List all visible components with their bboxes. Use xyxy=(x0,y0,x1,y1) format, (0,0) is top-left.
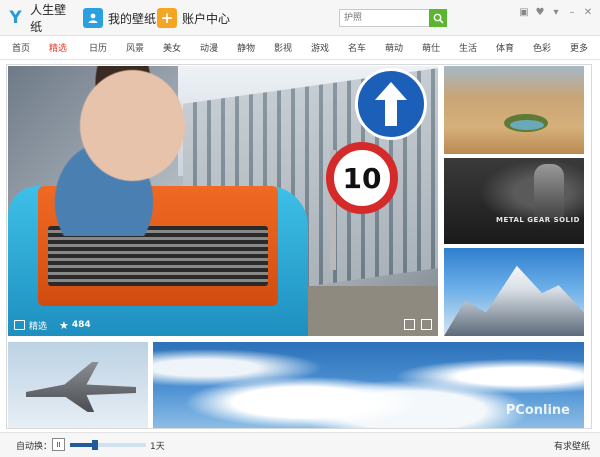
heart-icon[interactable]: ♥ xyxy=(532,5,548,19)
tab-account-center[interactable]: + 账户中心 xyxy=(157,4,230,32)
nav-item-home[interactable]: 首页 xyxy=(12,41,30,54)
title-bar: Y 人生壁纸 我的壁纸 + 账户中心 ▣ ♥ ▾ – ✕ xyxy=(0,0,600,36)
watermark: PConline xyxy=(505,403,570,418)
window-controls: ▣ ♥ ▾ – ✕ xyxy=(516,5,596,19)
jet-shape xyxy=(26,362,136,412)
search-icon xyxy=(433,13,444,24)
plus-icon: + xyxy=(157,8,177,28)
search-button[interactable] xyxy=(429,9,447,27)
category-nav: 首页 精选 日历 风景 美女 动漫 静物 影视 游戏 名车 萌动 萌仕 生活 体… xyxy=(0,36,600,60)
nav-item-featured[interactable]: 精选 xyxy=(49,41,67,54)
nav-item-beauty[interactable]: 美女 xyxy=(163,41,181,54)
user-icon xyxy=(83,8,103,28)
menu-icon[interactable]: ▾ xyxy=(548,5,564,19)
favorites-count: 484 xyxy=(71,320,91,330)
status-bar: 自动换： II 1天 有求壁纸 xyxy=(0,432,600,457)
nav-item-cute-2[interactable]: 萌仕 xyxy=(422,41,440,54)
wallpaper-blue-sky[interactable]: PConline xyxy=(153,342,584,428)
search-input[interactable] xyxy=(340,10,428,26)
tab-my-wallpapers[interactable]: 我的壁纸 xyxy=(83,4,156,32)
nav-item-colors[interactable]: 色彩 xyxy=(533,41,551,54)
featured-info-bar: 精选 ★ 484 xyxy=(8,314,438,336)
mountain-peak xyxy=(444,265,584,336)
nav-item-calendar[interactable]: 日历 xyxy=(89,41,107,54)
tab-account-center-label: 账户中心 xyxy=(182,11,231,26)
search-box xyxy=(339,9,447,27)
lake-shape xyxy=(510,120,544,130)
nav-item-cute[interactable]: 萌动 xyxy=(385,41,403,54)
autoswitch-label: 自动换： xyxy=(16,442,53,452)
star-icon[interactable]: ★ xyxy=(59,319,69,332)
tab-home-label: 人生壁纸 xyxy=(30,3,67,34)
speed-limit-sign: 10 xyxy=(326,142,398,214)
app-logo-icon: Y xyxy=(9,8,22,28)
set-wallpaper-icon[interactable] xyxy=(404,319,415,330)
nav-item-cars[interactable]: 名车 xyxy=(348,41,366,54)
nav-item-games[interactable]: 游戏 xyxy=(311,41,329,54)
skin-icon[interactable]: ▣ xyxy=(516,5,532,19)
wallpaper-fighter-jet[interactable] xyxy=(8,342,148,428)
nav-item-anime[interactable]: 动漫 xyxy=(200,41,218,54)
tab-my-wallpapers-label: 我的壁纸 xyxy=(108,11,157,26)
download-icon[interactable] xyxy=(421,319,432,330)
nav-item-life[interactable]: 生活 xyxy=(459,41,477,54)
soldier-shape xyxy=(534,164,564,218)
image-icon xyxy=(14,320,25,330)
tab-home[interactable]: Y 人生壁纸 xyxy=(6,3,76,34)
exit-wallpaper-link[interactable]: 有求壁纸 xyxy=(554,439,590,452)
pause-button[interactable]: II xyxy=(52,438,65,451)
featured-caption: 精选 xyxy=(29,321,48,332)
metal-gear-logo: METAL GEAR SOLID xyxy=(496,216,580,224)
wallpaper-desert-oasis[interactable] xyxy=(444,66,584,154)
nav-item-scenery[interactable]: 风景 xyxy=(126,41,144,54)
interval-value: 1天 xyxy=(150,442,165,452)
nav-item-more[interactable]: 更多 xyxy=(570,41,588,54)
arrow-sign-icon xyxy=(355,68,427,140)
minimize-icon[interactable]: – xyxy=(564,5,580,19)
wallpaper-metal-gear[interactable]: METAL GEAR SOLID xyxy=(444,158,584,244)
interval-slider-handle[interactable] xyxy=(92,440,98,450)
wallpaper-snow-mountain[interactable] xyxy=(444,248,584,336)
close-icon[interactable]: ✕ xyxy=(580,5,596,19)
interval-slider[interactable] xyxy=(70,440,146,450)
nav-item-sports[interactable]: 体育 xyxy=(496,41,514,54)
featured-model xyxy=(28,66,218,236)
nav-item-still-life[interactable]: 静物 xyxy=(237,41,255,54)
nav-item-film[interactable]: 影视 xyxy=(274,41,292,54)
